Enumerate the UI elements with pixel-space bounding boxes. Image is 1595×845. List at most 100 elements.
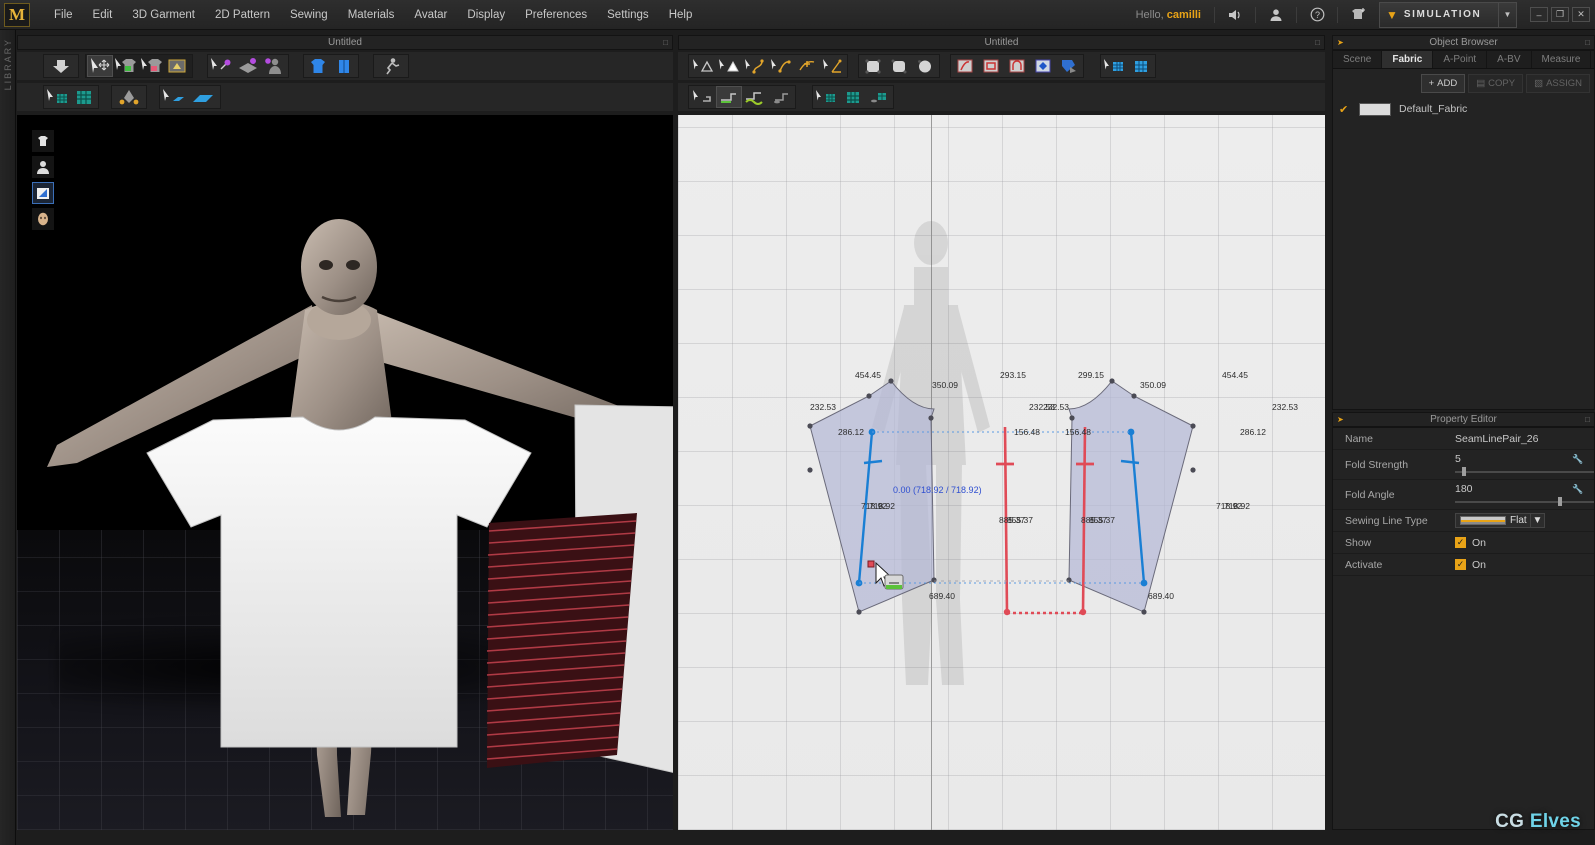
fabric-list-item[interactable]: ✔ Default_Fabric xyxy=(1333,98,1594,120)
copy-button[interactable]: ▤ COPY xyxy=(1468,74,1524,93)
tab-a-point[interactable]: A-Point xyxy=(1433,51,1488,68)
unfold-tool[interactable] xyxy=(165,55,191,77)
popout-icon[interactable]: □ xyxy=(1315,38,1320,47)
plane-select-tool[interactable] xyxy=(161,86,187,108)
menu-item-2d-pattern[interactable]: 2D Pattern xyxy=(205,4,280,26)
arrow-down-tool[interactable] xyxy=(45,55,77,77)
edit-curve-tool[interactable] xyxy=(742,55,768,77)
internal-line-tool[interactable] xyxy=(952,55,978,77)
menu-item-display[interactable]: Display xyxy=(457,4,515,26)
viewport-2d[interactable]: 454.45 350.09 293.15 299.15 350.09 454.45 232.… xyxy=(678,115,1325,830)
select-texture-tool[interactable] xyxy=(814,86,840,108)
select-mesh-green-tool[interactable] xyxy=(113,55,139,77)
minimize-button[interactable]: – xyxy=(1530,7,1548,22)
add-button[interactable]: + ADD xyxy=(1420,74,1466,93)
avatar-icon[interactable] xyxy=(32,156,54,178)
help-icon[interactable]: ? xyxy=(1304,4,1330,26)
popout-icon[interactable]: □ xyxy=(663,38,668,47)
transform-polygon-tool[interactable] xyxy=(716,55,742,77)
menu-item-file[interactable]: File xyxy=(44,4,83,26)
menu-item-settings[interactable]: Settings xyxy=(597,4,659,26)
dimension-label: 156.48 xyxy=(1065,427,1091,437)
simulation-mode-button[interactable]: ▼ SIMULATION xyxy=(1379,1,1499,28)
internal-rect-tool[interactable] xyxy=(978,55,1004,77)
garment-blue-tool[interactable] xyxy=(305,55,331,77)
viewport2d-toolbar-row1 xyxy=(678,52,1325,80)
wrench-icon[interactable]: 🔧 xyxy=(1570,454,1586,465)
rect-pattern-tool[interactable] xyxy=(860,55,886,77)
menu-item-edit[interactable]: Edit xyxy=(83,4,123,26)
close-button[interactable]: ✕ xyxy=(1572,7,1590,22)
face-icon[interactable] xyxy=(32,208,54,230)
circle-tool[interactable] xyxy=(912,55,938,77)
sew-select-tool[interactable] xyxy=(690,86,716,108)
add-garment-icon[interactable] xyxy=(1345,4,1371,26)
internal-shape-tool[interactable] xyxy=(1004,55,1030,77)
fabric-swatch[interactable] xyxy=(1359,102,1391,116)
pattern-icon[interactable] xyxy=(32,182,54,204)
select-move-tool[interactable] xyxy=(87,55,113,77)
round-rect-tool[interactable] xyxy=(886,55,912,77)
segment-tool[interactable] xyxy=(820,55,846,77)
select-mesh-pink-tool[interactable] xyxy=(139,55,165,77)
tab-a-bv[interactable]: A-BV xyxy=(1487,51,1532,68)
menu-item-materials[interactable]: Materials xyxy=(338,4,405,26)
edit-polygon-tool[interactable] xyxy=(690,55,716,77)
user-account-icon[interactable] xyxy=(1263,4,1289,26)
popout-icon[interactable]: □ xyxy=(1585,415,1590,424)
sewing-line-type-select[interactable]: Flat ▼ xyxy=(1455,513,1545,528)
avatar-pin-tool[interactable] xyxy=(261,55,287,77)
menu-item-help[interactable]: Help xyxy=(659,4,703,26)
library-rail[interactable]: LIBRARY xyxy=(0,30,16,845)
popout-icon[interactable]: □ xyxy=(1585,38,1590,47)
speaker-icon[interactable] xyxy=(1222,4,1248,26)
app-logo[interactable]: M xyxy=(4,2,30,27)
sew-edit-tool[interactable] xyxy=(768,86,794,108)
texture-checker-tool[interactable] xyxy=(71,86,97,108)
assign-button[interactable]: ▧ ASSIGN xyxy=(1526,74,1590,93)
menu-item-avatar[interactable]: Avatar xyxy=(404,4,457,26)
chevron-down-icon[interactable]: ▼ xyxy=(1530,513,1544,528)
add-point-tool[interactable] xyxy=(794,55,820,77)
activate-checkbox[interactable]: ✓ xyxy=(1455,559,1466,570)
select-mesh-tool[interactable] xyxy=(1102,55,1128,77)
pin-icon[interactable]: ➤ xyxy=(1337,415,1344,424)
segment-sew-tool[interactable] xyxy=(716,86,742,108)
pin-tool[interactable] xyxy=(209,55,235,77)
garment-icon[interactable] xyxy=(32,130,54,152)
fold-arrange-tool[interactable] xyxy=(235,55,261,77)
texture-edit-tool[interactable] xyxy=(866,86,892,108)
walk-animate-tool[interactable] xyxy=(375,55,407,77)
tab-measure[interactable]: Measure xyxy=(1532,51,1592,68)
dimension-label: 293.15 xyxy=(1000,370,1026,380)
fold-angle-slider[interactable] xyxy=(1455,497,1594,506)
texture-tool[interactable] xyxy=(840,86,866,108)
property-value-name[interactable]: SeamLinePair_26 xyxy=(1455,433,1594,445)
maximize-button[interactable]: ❐ xyxy=(1551,7,1569,22)
wrench-icon[interactable]: 🔧 xyxy=(1570,484,1586,495)
select-texture-tool[interactable] xyxy=(45,86,71,108)
fold-angle-value[interactable]: 180 xyxy=(1455,483,1473,495)
mesh-edit-tool[interactable] xyxy=(1128,55,1154,77)
garment-fold-tool[interactable] xyxy=(331,55,357,77)
slider-thumb[interactable] xyxy=(1558,497,1562,506)
menu-item-3d-garment[interactable]: 3D Garment xyxy=(122,4,205,26)
tab-fabric[interactable]: Fabric xyxy=(1382,51,1434,68)
viewport-3d[interactable] xyxy=(17,115,673,830)
pin-icon[interactable]: ➤ xyxy=(1337,38,1344,47)
check-icon[interactable]: ✔ xyxy=(1339,103,1351,116)
tab-scene[interactable]: Scene xyxy=(1333,51,1383,68)
fold-strength-slider[interactable] xyxy=(1455,467,1594,476)
free-sew-tool[interactable] xyxy=(742,86,768,108)
menu-item-sewing[interactable]: Sewing xyxy=(280,4,338,26)
simulation-dropdown-icon[interactable]: ▼ xyxy=(1499,1,1517,28)
show-checkbox[interactable]: ✓ xyxy=(1455,537,1466,548)
fold-tool[interactable] xyxy=(1056,55,1082,77)
fold-strength-value[interactable]: 5 xyxy=(1455,453,1461,465)
menu-item-preferences[interactable]: Preferences xyxy=(515,4,597,26)
dart-tool[interactable] xyxy=(1030,55,1056,77)
edit-point-tool[interactable] xyxy=(768,55,794,77)
slider-thumb[interactable] xyxy=(1462,467,1466,476)
gravity-tool[interactable] xyxy=(113,86,145,108)
plane-tool[interactable] xyxy=(187,86,219,108)
